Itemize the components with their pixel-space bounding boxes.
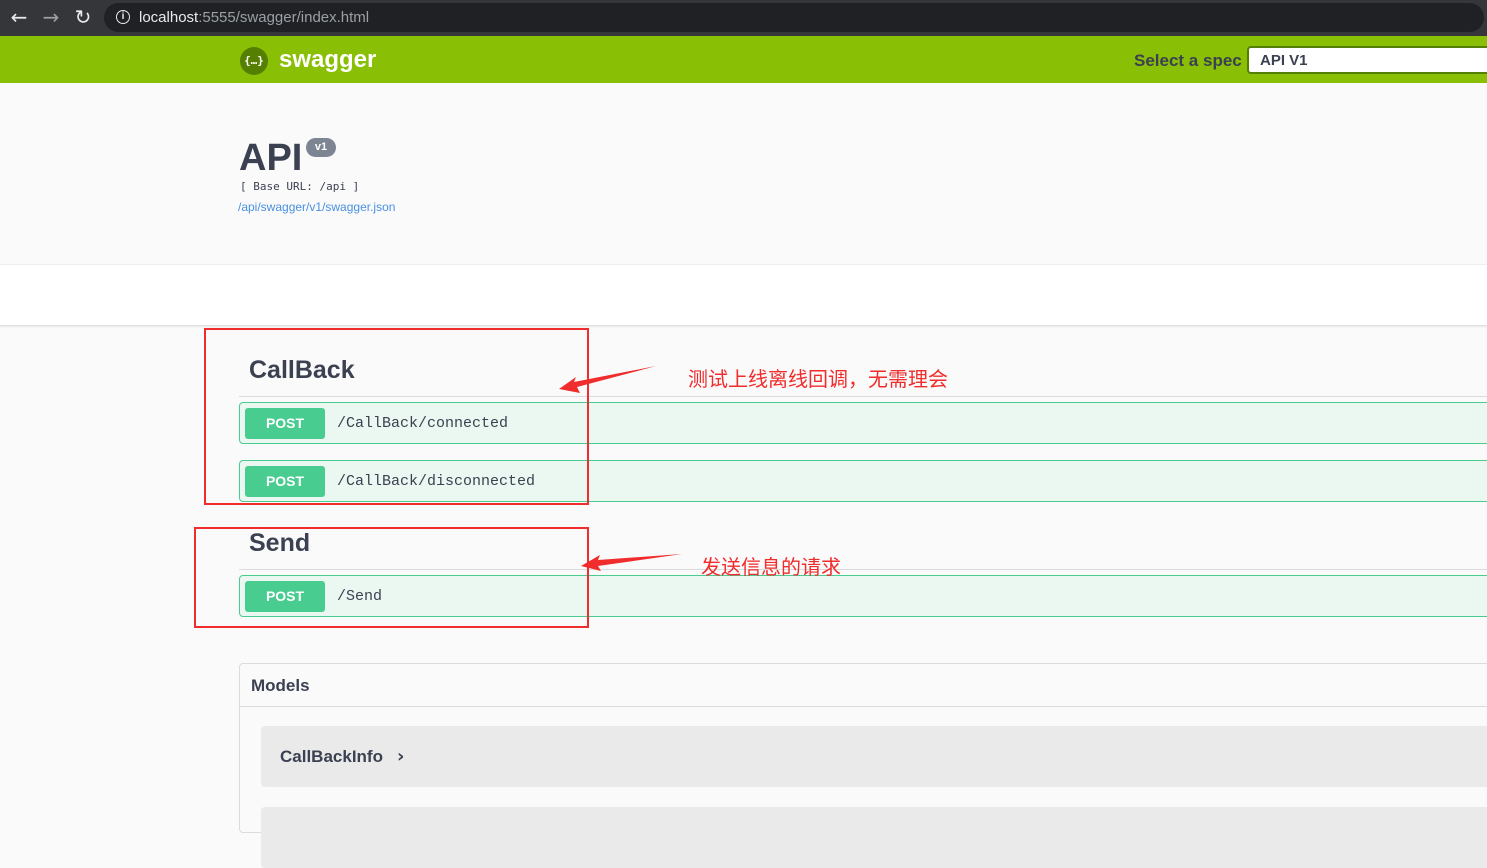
callback-annotation: 测试上线离线回调，无需理会 — [688, 367, 948, 391]
send-annotation: 发送信息的请求 — [701, 555, 841, 579]
model-row-partial[interactable] — [261, 807, 1487, 868]
chevron-right-icon[interactable]: › — [397, 746, 404, 767]
send-arrow-icon — [581, 554, 682, 571]
callback-arrow-icon — [559, 366, 656, 393]
models-title[interactable]: Models — [251, 676, 310, 696]
models-section: Models CallBackInfo › — [239, 663, 1487, 868]
model-callbackinfo[interactable]: CallBackInfo › — [261, 726, 1487, 787]
models-divider — [240, 706, 1487, 707]
model-name: CallBackInfo — [280, 747, 383, 766]
